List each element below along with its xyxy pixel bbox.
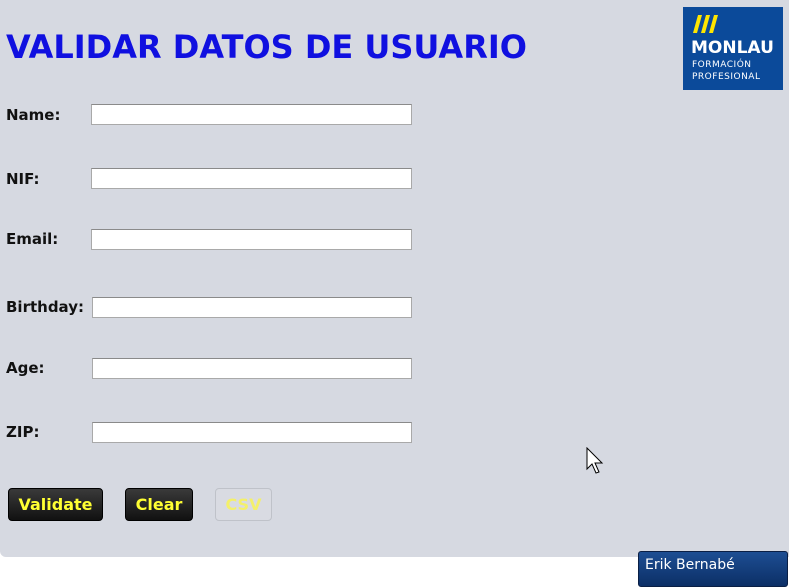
validate-button[interactable]: Validate [8,488,103,521]
name-input[interactable] [91,104,412,125]
birthday-label: Birthday: [6,298,84,316]
name-label: Name: [6,106,61,124]
zip-input[interactable] [92,422,412,443]
nif-input[interactable] [91,168,412,189]
logo-name: MONLAU [691,38,774,58]
age-label: Age: [6,359,45,377]
email-label: Email: [6,230,59,248]
logo-subtitle-2: PROFESIONAL [692,72,761,82]
main-panel: VALIDAR DATOS DE USUARIO MONLAU FORMACIÓ… [0,0,789,557]
mouse-pointer-icon [586,447,604,474]
email-input[interactable] [91,229,412,250]
user-tooltip: Erik Bernabé [638,551,788,587]
birthday-input[interactable] [92,297,412,318]
age-input[interactable] [92,358,412,379]
zip-label: ZIP: [6,423,40,441]
logo-subtitle-1: FORMACIÓN [692,60,752,70]
nif-label: NIF: [6,170,40,188]
monlau-logo: MONLAU FORMACIÓN PROFESIONAL [683,7,783,90]
logo-stripes-icon [693,15,718,33]
page-title: VALIDAR DATOS DE USUARIO [6,28,527,66]
csv-button[interactable]: CSV [215,488,272,521]
clear-button[interactable]: Clear [125,488,193,521]
